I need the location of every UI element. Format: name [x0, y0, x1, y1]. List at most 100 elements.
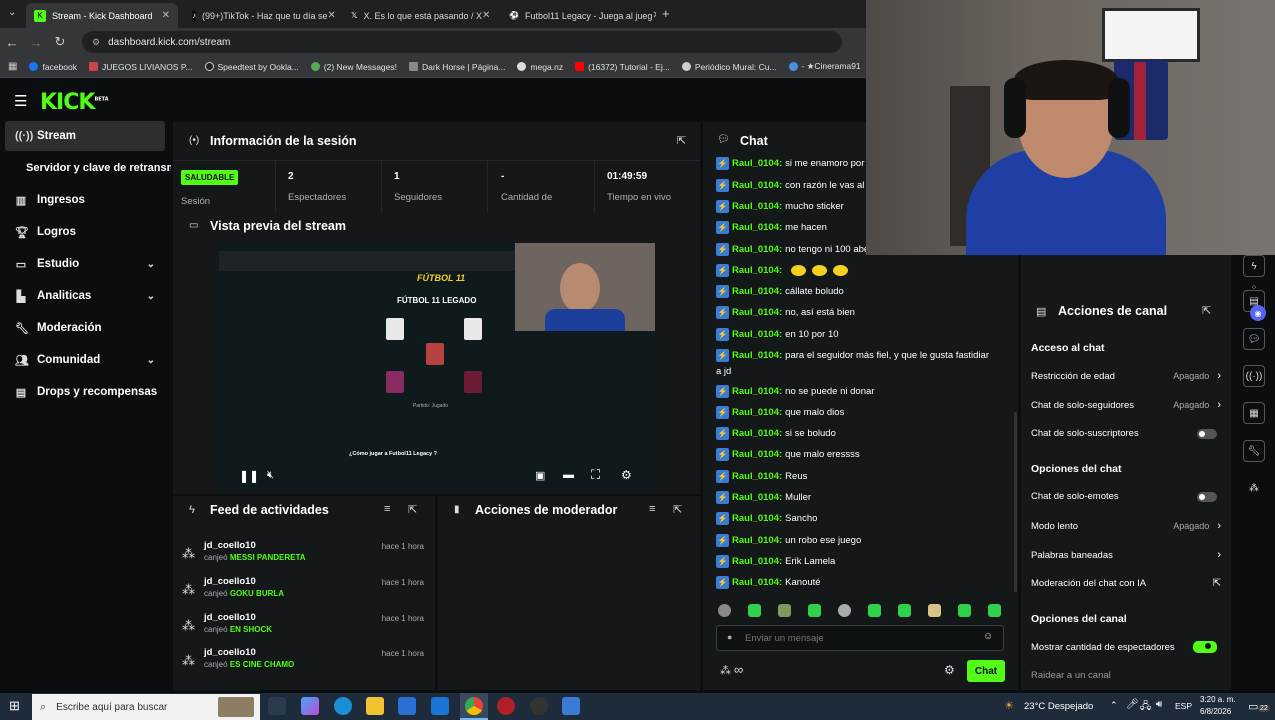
bookmark-mega[interactable]: mega.nz: [517, 62, 563, 72]
theater-icon[interactable]: ▬: [563, 469, 574, 481]
filter-icon[interactable]: ≡: [384, 503, 390, 515]
feed-user[interactable]: jd_coello10: [204, 612, 256, 623]
row-age-restriction[interactable]: Restricción de edad Apagado ›: [1031, 370, 1221, 382]
close-tab-icon[interactable]: ✕: [652, 10, 656, 21]
chat-username[interactable]: Raul_0104:: [732, 222, 782, 233]
language-indicator[interactable]: ESP: [1175, 701, 1192, 711]
broadcast-icon[interactable]: ((·)): [1243, 365, 1265, 387]
row-slow-mode[interactable]: Modo lento Apagado ›: [1031, 520, 1221, 532]
weather-text[interactable]: 23°C Despejado: [1024, 701, 1093, 712]
app-icon[interactable]: [562, 697, 580, 715]
close-tab-icon[interactable]: ✕: [327, 10, 335, 21]
chat-username[interactable]: Raul_0104:: [732, 265, 782, 276]
chat-username[interactable]: Raul_0104:: [732, 428, 782, 439]
chat-scrollbar[interactable]: [1014, 412, 1017, 592]
obs-red-icon[interactable]: [497, 697, 515, 715]
close-tab-icon[interactable]: ✕: [162, 10, 170, 21]
fullscreen-icon[interactable]: ⛶: [591, 467, 600, 483]
clock-time[interactable]: 3:20 a. m.: [1200, 695, 1236, 704]
sidebar-item-stream[interactable]: ((·)) Stream: [5, 121, 165, 151]
emote-icon[interactable]: [898, 604, 911, 617]
emoji-picker-icon[interactable]: ☺: [983, 631, 993, 642]
lightning-icon[interactable]: ϟ: [1243, 255, 1265, 277]
chat-username[interactable]: Raul_0104:: [732, 201, 782, 212]
emote-icon[interactable]: [988, 604, 1001, 617]
calendar-icon[interactable]: ▦: [1243, 402, 1265, 424]
new-tab-plus-icon[interactable]: +: [662, 6, 670, 21]
emote-icon[interactable]: [808, 604, 821, 617]
sidebar-item-drops[interactable]: ▤ Drops y recompensas: [5, 377, 165, 407]
store-icon[interactable]: [398, 697, 416, 715]
row-raid-channel[interactable]: Raidear a un canal: [1031, 670, 1221, 681]
bookmark-cinerama[interactable]: - ★Cinerama91: [788, 61, 861, 72]
sidebar-item-servidor[interactable]: Servidor y clave de retransm: [5, 153, 171, 183]
chat-username[interactable]: Raul_0104:: [732, 449, 782, 460]
sidebar-item-logros[interactable]: 🏆︎ Logros: [5, 217, 165, 247]
chat-username[interactable]: Raul_0104:: [732, 307, 782, 318]
site-info-icon[interactable]: ⚙: [92, 37, 100, 48]
copilot-icon[interactable]: [301, 697, 319, 715]
feed-user[interactable]: jd_coello10: [204, 647, 256, 658]
chat-username[interactable]: Raul_0104:: [732, 492, 782, 503]
pause-icon[interactable]: ❚❚: [239, 469, 259, 483]
chat-username[interactable]: Raul_0104:: [732, 535, 782, 546]
notifications-icon[interactable]: ▭: [1248, 700, 1258, 713]
chat-username[interactable]: Raul_0104:: [732, 471, 782, 482]
popout-icon[interactable]: ⇱: [677, 134, 686, 147]
chat-bubble-icon[interactable]: 💬︎: [1243, 328, 1265, 350]
chat-username[interactable]: Raul_0104:: [732, 407, 782, 418]
emote-icon[interactable]: [778, 604, 791, 617]
apps-grid-icon[interactable]: ▦: [8, 61, 17, 72]
emotes-only-toggle[interactable]: [1197, 491, 1217, 502]
volume-icon[interactable]: 🔊︎: [1156, 699, 1162, 710]
tab-tiktok[interactable]: ♪ (99+)TikTok - Haz que tu día se ✕: [184, 3, 339, 28]
chat-username[interactable]: Raul_0104:: [732, 350, 782, 361]
bookmark-darkhorse[interactable]: Dark Horse | Página...: [409, 62, 505, 72]
chat-username[interactable]: Raul_0104:: [732, 513, 782, 524]
sidebar-item-comunidad[interactable]: 👥︎ Comunidad ⌄: [5, 345, 165, 375]
chat-username[interactable]: Raul_0104:: [732, 244, 782, 255]
stream-video-player[interactable]: FÚTBOL 11 FÚTBOL 11 LEGADO Partido: Juga…: [217, 243, 655, 491]
subscribers-only-toggle[interactable]: [1197, 428, 1217, 439]
sidebar-item-ingresos[interactable]: ▥ Ingresos: [5, 185, 165, 215]
chat-message-input[interactable]: [745, 630, 965, 646]
settings-gear-icon[interactable]: ⚙: [621, 468, 632, 482]
chat-username[interactable]: Raul_0104:: [732, 556, 782, 567]
bookmark-messages[interactable]: (2) New Messages!: [310, 62, 397, 72]
sidebar-item-analiticas[interactable]: ▙ Analiticas ⌄: [5, 281, 165, 311]
bookmark-juegos[interactable]: JUEGOS LIVIANOS P...: [88, 62, 193, 72]
back-arrow-icon[interactable]: ←: [0, 35, 24, 50]
windows-start-icon[interactable]: ⊞: [9, 698, 20, 714]
tab-x[interactable]: 𝕏 X. Es lo que está pasando / X ✕: [343, 3, 498, 28]
popout-icon[interactable]: ⇱: [1202, 304, 1211, 317]
emote-icon[interactable]: [748, 604, 761, 617]
emote-icon[interactable]: [868, 604, 881, 617]
tab-list-chevron-icon[interactable]: ⌄: [8, 7, 16, 18]
edge-icon[interactable]: [334, 697, 352, 715]
row-banned-words[interactable]: Palabras baneadas ›: [1031, 549, 1221, 561]
filter-icon[interactable]: ≡: [649, 503, 655, 515]
clock-date[interactable]: 6/8/2026: [1200, 707, 1231, 716]
row-followers-only[interactable]: Chat de solo-seguidores Apagado ›: [1031, 399, 1221, 411]
feed-user[interactable]: jd_coello10: [204, 540, 256, 551]
bookmark-facebook[interactable]: facebook: [29, 62, 77, 72]
forward-arrow-icon[interactable]: →: [24, 35, 48, 50]
emote-icon[interactable]: [838, 604, 851, 617]
mic-icon[interactable]: 🎤︎: [1126, 699, 1139, 710]
popout-icon[interactable]: ⇱: [673, 503, 682, 516]
chat-username[interactable]: Raul_0104:: [732, 180, 782, 191]
chat-username[interactable]: Raul_0104:: [732, 329, 782, 340]
users-icon[interactable]: ⁂: [1243, 477, 1265, 499]
chat-username[interactable]: Raul_0104:: [732, 158, 782, 169]
bookmark-youtube[interactable]: (16372) Tutorial - Ej...: [575, 62, 670, 72]
tab-futbol11[interactable]: ⚽ Futbol11 Legacy - Juega al jueg ✕: [501, 3, 656, 28]
wrench-icon[interactable]: 🔧︎: [1243, 440, 1265, 462]
chat-username[interactable]: Raul_0104:: [732, 386, 782, 397]
emote-face-icon[interactable]: [718, 604, 731, 617]
chat-username[interactable]: Raul_0104:: [732, 286, 782, 297]
sidebar-item-moderacion[interactable]: 🔧︎ Moderación: [5, 313, 165, 343]
url-input[interactable]: ⚙ dashboard.kick.com/stream: [82, 31, 842, 53]
emote-icon[interactable]: [928, 604, 941, 617]
pip-icon[interactable]: ▣: [535, 469, 545, 482]
network-icon[interactable]: 🖧︎: [1140, 699, 1151, 716]
